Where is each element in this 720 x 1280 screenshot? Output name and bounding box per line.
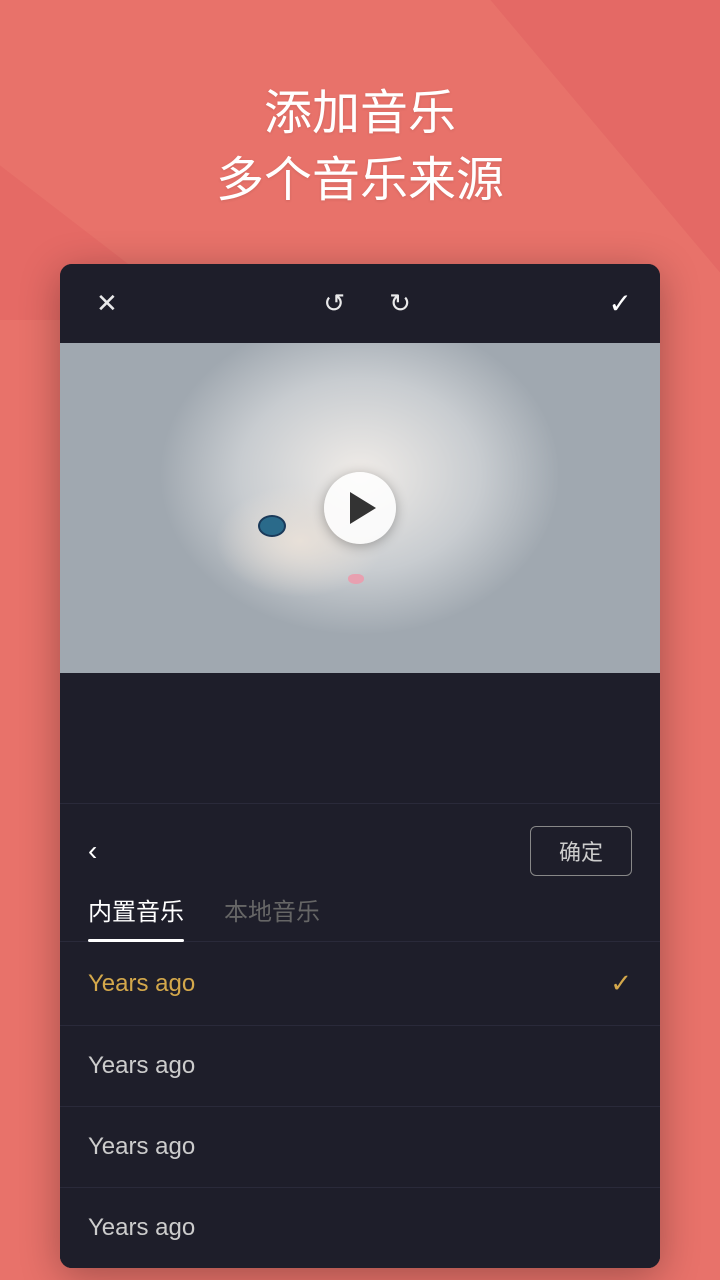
tab-builtin-music[interactable]: 内置音乐: [88, 892, 184, 941]
header-title: 添加音乐 多个音乐来源: [60, 80, 660, 214]
music-panel: ‹ 确定 内置音乐 本地音乐 Years ago ✓ Years ago Yea…: [60, 803, 660, 1268]
confirm-button[interactable]: 确定: [530, 826, 632, 876]
music-item-name: Years ago: [88, 1133, 195, 1161]
main-panel: ✕ ↺ ↻ ✓ ‹ 确定 内置音乐 本地音乐: [60, 264, 660, 1268]
close-button[interactable]: ✕: [88, 284, 126, 323]
undo-button[interactable]: ↺: [315, 284, 353, 323]
play-icon: [350, 492, 376, 524]
header-line1: 添加音乐: [60, 80, 660, 147]
below-video-area: [60, 673, 660, 803]
cat-nose: [348, 574, 364, 584]
selected-check-icon: ✓: [610, 968, 632, 999]
confirm-checkmark[interactable]: ✓: [609, 287, 632, 320]
music-panel-header: ‹ 确定: [60, 804, 660, 892]
video-area: [60, 343, 660, 673]
music-item[interactable]: Years ago: [60, 1188, 660, 1268]
music-item-name: Years ago: [88, 1052, 195, 1080]
play-button[interactable]: [324, 472, 396, 544]
music-item-name: Years ago: [88, 970, 195, 998]
tab-local-music[interactable]: 本地音乐: [224, 892, 320, 941]
music-item[interactable]: Years ago: [60, 1026, 660, 1107]
cat-eye: [258, 515, 286, 537]
music-item[interactable]: Years ago ✓: [60, 942, 660, 1026]
music-list: Years ago ✓ Years ago Years ago Years ag…: [60, 942, 660, 1268]
music-tabs: 内置音乐 本地音乐: [60, 892, 660, 942]
music-item-name: Years ago: [88, 1214, 195, 1242]
toolbar-center: ↺ ↻: [315, 284, 419, 323]
toolbar: ✕ ↺ ↻ ✓: [60, 264, 660, 343]
music-item[interactable]: Years ago: [60, 1107, 660, 1188]
header-area: 添加音乐 多个音乐来源: [0, 0, 720, 254]
header-line2: 多个音乐来源: [60, 147, 660, 214]
back-button[interactable]: ‹: [88, 835, 97, 867]
redo-button[interactable]: ↻: [381, 284, 419, 323]
